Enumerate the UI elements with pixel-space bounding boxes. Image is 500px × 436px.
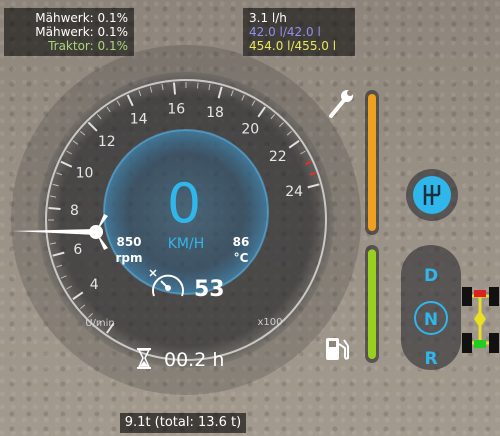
cruise-speed-value: 53	[194, 277, 225, 302]
rpm-unit-label: U/min	[85, 318, 115, 329]
rpm-major-tick	[172, 82, 177, 95]
weight-readout: 9.1t (total: 13.6 t)	[120, 413, 246, 433]
rpm-tick-label: 4	[90, 277, 99, 293]
rpm-tick-label: 10	[76, 166, 94, 182]
speed-unit: KM/H	[168, 236, 205, 252]
rpm-tick-label: 16	[167, 101, 185, 117]
rpm-tick-label: 22	[269, 149, 287, 165]
rpm-label: rpm	[115, 251, 142, 265]
wrench-icon	[329, 90, 353, 118]
drive-reverse[interactable]: R	[424, 349, 437, 369]
rpm-tick-label: 6	[73, 242, 82, 258]
fuel-pump-icon	[326, 338, 349, 360]
rpm-multiplier-label: x100	[257, 317, 282, 328]
rpm-tick-label: 8	[70, 203, 79, 219]
drive-neutral[interactable]: N	[424, 310, 438, 330]
operating-hours: 00.2 h	[164, 349, 224, 371]
rpm-tick-label: 20	[241, 121, 259, 137]
rpm-tick-label: 18	[206, 105, 224, 121]
rpm-major-tick	[48, 206, 61, 211]
temperature-unit: °C	[234, 251, 249, 265]
rpm-tick-label: 14	[130, 111, 148, 127]
drive-forward[interactable]: D	[424, 266, 438, 286]
tractor-axle-icon	[462, 287, 499, 353]
rpm-minor-tick	[197, 82, 199, 89]
fuel-bar-fill	[368, 249, 376, 359]
speed-value: 0	[167, 172, 201, 235]
damage-bar-fill	[368, 94, 376, 231]
temperature-value: 86	[233, 235, 250, 249]
rpm-tick-label: 24	[285, 184, 303, 200]
rpm-value: 850	[116, 235, 141, 249]
dashboard-hud: 4 6 8 1012 14 16 18 20 22 24 U/min x100 0 KM/H 85…	[11, 45, 499, 395]
rpm-tick-label: 12	[98, 134, 116, 150]
